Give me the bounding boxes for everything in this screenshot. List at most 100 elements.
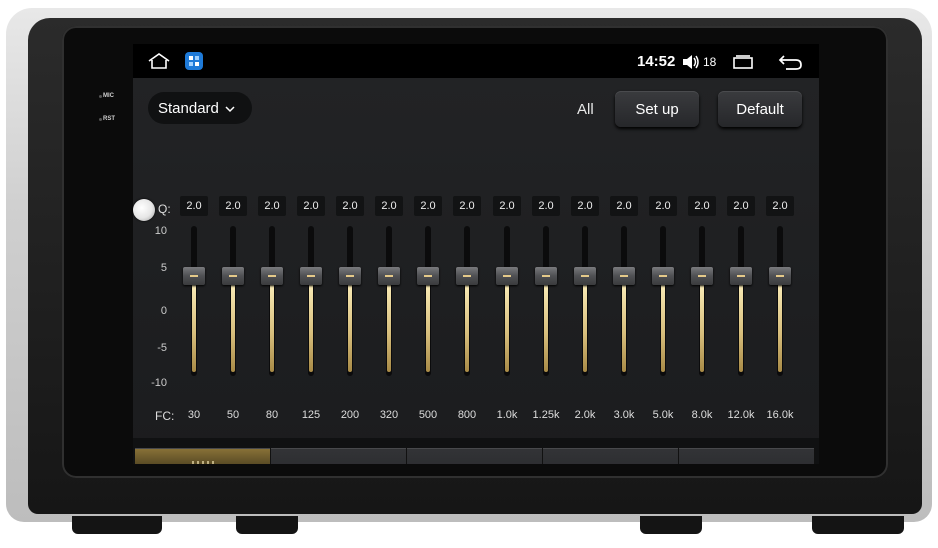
eq-slider-fill: [544, 275, 548, 372]
scale-tick: -10: [151, 377, 167, 389]
q-value-box[interactable]: 2.0: [610, 196, 638, 216]
q-value-box[interactable]: 2.0: [297, 196, 325, 216]
eq-slider-knob[interactable]: [496, 266, 518, 285]
q-value-box[interactable]: 2.0: [258, 196, 286, 216]
eq-slider-knob[interactable]: [574, 266, 596, 285]
fc-value: 16.0k: [766, 409, 794, 421]
tab-surround[interactable]: Surround: [407, 448, 543, 464]
fc-value: 125: [301, 409, 321, 421]
eq-slider-fill: [622, 275, 626, 372]
volume-icon[interactable]: [681, 53, 701, 76]
q-value-box[interactable]: 2.0: [375, 196, 403, 216]
fc-value: 12.0k: [727, 409, 755, 421]
eq-slider-knob[interactable]: [222, 266, 244, 285]
preset-label: Standard: [158, 99, 219, 117]
tab-bass-filter[interactable]: Bass filter: [679, 448, 815, 464]
reset-hole: [99, 118, 102, 121]
eq-slider-knob[interactable]: [456, 266, 478, 285]
device-foot: [640, 516, 702, 534]
q-value-box[interactable]: 2.0: [336, 196, 364, 216]
fc-value: 1.0k: [496, 409, 518, 421]
q-value-box[interactable]: 2.0: [493, 196, 521, 216]
preset-dropdown[interactable]: Standard: [148, 92, 252, 124]
eq-slider-knob[interactable]: [261, 266, 283, 285]
fc-value: 5.0k: [652, 409, 674, 421]
eq-slider-knob[interactable]: [652, 266, 674, 285]
eq-slider-knob[interactable]: [613, 266, 635, 285]
eq-slider-fill: [231, 275, 235, 372]
eq-slider-knob[interactable]: [378, 266, 400, 285]
fc-label: FC:: [155, 409, 175, 423]
eq-slider-fill: [426, 275, 430, 372]
fc-value: 200: [340, 409, 360, 421]
default-button[interactable]: Default: [718, 91, 802, 127]
eq-slider-knob[interactable]: [183, 266, 205, 285]
q-value-box[interactable]: 2.0: [727, 196, 755, 216]
eq-slider-knob[interactable]: [300, 266, 322, 285]
eq-slider-knob[interactable]: [339, 266, 361, 285]
eq-slider-knob[interactable]: [730, 266, 752, 285]
eq-slider-fill: [661, 275, 665, 372]
equalizer-app: Standard All Set up Default Q: FC: 10 5 …: [133, 78, 819, 464]
eq-slider-fill: [270, 275, 274, 372]
eq-slider-fill: [465, 275, 469, 372]
setup-button[interactable]: Set up: [615, 91, 699, 127]
fc-value: 320: [379, 409, 399, 421]
back-icon[interactable]: [778, 53, 804, 76]
equalizer-icon: [190, 459, 216, 464]
q-value-box[interactable]: 2.0: [180, 196, 208, 216]
tab-equalizer[interactable]: [135, 448, 271, 464]
fc-value: 2.0k: [574, 409, 596, 421]
device-foot: [72, 516, 162, 534]
eq-slider-fill: [778, 275, 782, 372]
eq-slider-fill: [700, 275, 704, 372]
assistive-touch-ball[interactable]: [133, 199, 155, 221]
eq-slider-fill: [505, 275, 509, 372]
mic-label: MIC: [103, 93, 114, 99]
fc-value: 50: [226, 409, 240, 421]
device-foot: [236, 516, 298, 534]
fc-value: 3.0k: [613, 409, 635, 421]
tab-field[interactable]: Field: [271, 448, 407, 464]
mic-hole: [99, 95, 102, 98]
status-bar: 14:52 18: [133, 44, 819, 78]
fc-value: 8.0k: [691, 409, 713, 421]
recent-apps-icon[interactable]: [730, 54, 756, 75]
home-icon[interactable]: [147, 53, 171, 74]
fc-value: 500: [418, 409, 438, 421]
q-value-box[interactable]: 2.0: [219, 196, 247, 216]
eq-slider-knob[interactable]: [417, 266, 439, 285]
screen: 14:52 18 Standard All Set up Default Q: …: [133, 44, 819, 464]
q-value-box[interactable]: 2.0: [453, 196, 481, 216]
eq-slider-knob[interactable]: [769, 266, 791, 285]
tab-bass-enhancement[interactable]: Bass Enhancement: [543, 448, 679, 464]
fc-value: 1.25k: [532, 409, 560, 421]
scale-tick: 0: [160, 305, 167, 317]
tab-bar: Field Surround Bass Enhancement Bass fil…: [133, 438, 819, 464]
eq-slider-fill: [387, 275, 391, 372]
eq-slider-fill: [348, 275, 352, 372]
q-value-box[interactable]: 2.0: [649, 196, 677, 216]
clock-time: 14:52: [637, 53, 676, 70]
device-foot: [812, 516, 904, 534]
q-value-box[interactable]: 2.0: [571, 196, 599, 216]
eq-slider-fill: [309, 275, 313, 372]
fc-value: 800: [457, 409, 477, 421]
app-icon[interactable]: [185, 52, 203, 70]
eq-slider-fill: [583, 275, 587, 372]
eq-slider-knob[interactable]: [691, 266, 713, 285]
scale-tick: 5: [160, 262, 167, 274]
q-value-box[interactable]: 2.0: [688, 196, 716, 216]
eq-slider-fill: [192, 275, 196, 372]
volume-level: 18: [703, 55, 717, 69]
q-value-box[interactable]: 2.0: [766, 196, 794, 216]
eq-slider-knob[interactable]: [535, 266, 557, 285]
all-toggle[interactable]: All: [577, 101, 594, 118]
chevron-down-icon: [225, 100, 235, 117]
fc-value: 30: [187, 409, 201, 421]
scale-tick: -5: [157, 342, 167, 354]
q-value-box[interactable]: 2.0: [414, 196, 442, 216]
q-label: Q:: [158, 202, 171, 216]
fc-value: 80: [265, 409, 279, 421]
q-value-box[interactable]: 2.0: [532, 196, 560, 216]
